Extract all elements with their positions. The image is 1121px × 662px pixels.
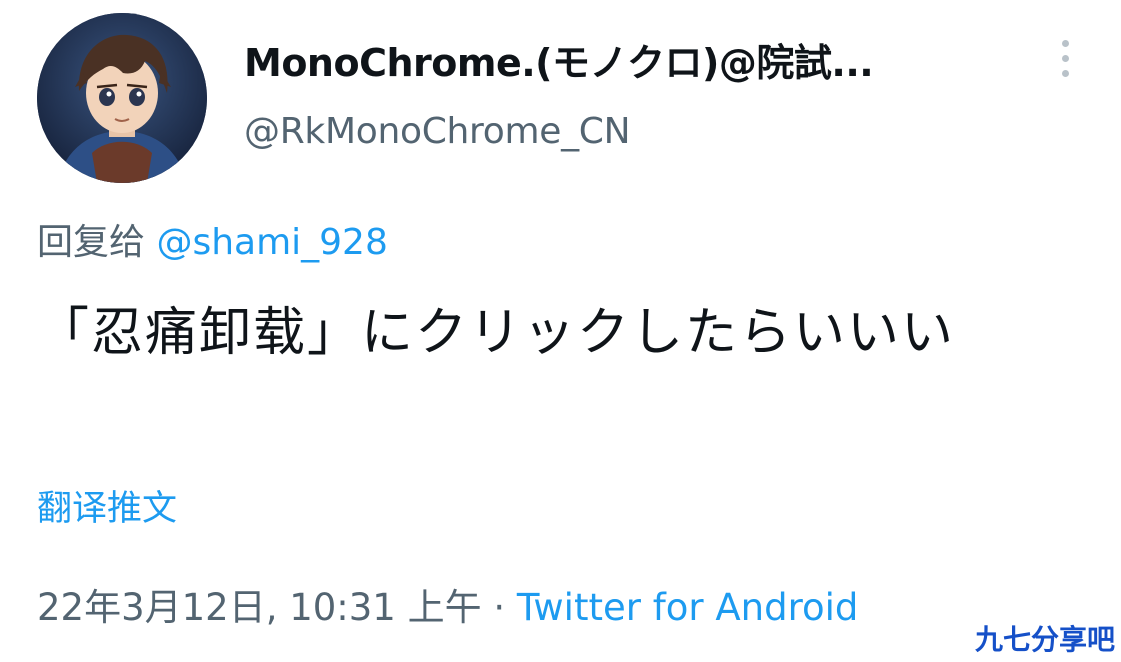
more-dot xyxy=(1061,55,1069,62)
watermark: 九七分享吧 xyxy=(974,623,1115,656)
avatar[interactable] xyxy=(37,13,207,183)
more-vertical-icon[interactable] xyxy=(1052,40,1078,86)
author-display-name[interactable]: MonoChrome.(モノクロ)@院試... xyxy=(244,38,873,88)
reply-prefix: 回复给 xyxy=(37,222,157,263)
reply-context: 回复给 @shami_928 xyxy=(37,218,388,268)
tweet-meta: 22年3月12日, 10:31 上午 · Twitter for Android xyxy=(37,582,858,634)
reply-mention-link[interactable]: @shami_928 xyxy=(156,222,387,263)
author-handle[interactable]: @RkMonoChrome_CN xyxy=(244,108,631,156)
meta-separator: · xyxy=(481,586,517,629)
tweet-text: 「忍痛卸载」にクリックしたらいいい xyxy=(37,303,956,363)
tweet-card: MonoChrome.(モノクロ)@院試... @RkMonoChrome_CN… xyxy=(0,0,1121,662)
translate-tweet-link[interactable]: 翻译推文 xyxy=(37,484,177,534)
more-dot xyxy=(1061,40,1069,47)
more-dot xyxy=(1061,70,1069,77)
anime-avatar-icon xyxy=(37,13,207,183)
tweet-source-link[interactable]: Twitter for Android xyxy=(517,586,858,629)
tweet-timestamp[interactable]: 22年3月12日, 10:31 上午 xyxy=(37,586,482,629)
